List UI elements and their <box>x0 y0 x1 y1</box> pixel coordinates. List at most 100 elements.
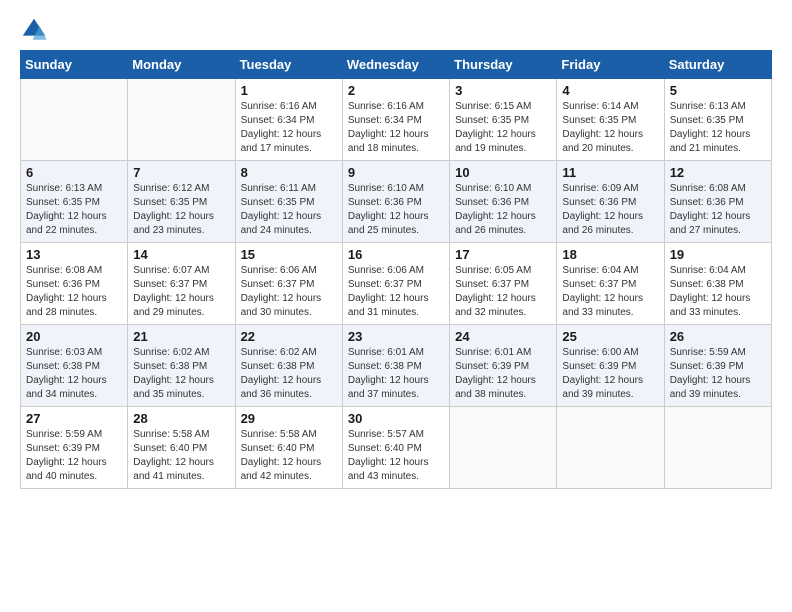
day-number: 9 <box>348 165 444 180</box>
day-number: 23 <box>348 329 444 344</box>
day-info: Sunrise: 6:13 AM Sunset: 6:35 PM Dayligh… <box>670 100 766 156</box>
calendar-cell: 23 Sunrise: 6:01 AM Sunset: 6:38 PM Dayli… <box>342 325 449 407</box>
day-number: 12 <box>670 165 766 180</box>
calendar-week-row: 13Sunrise: 6:08 AM Sunset: 6:36 PM Dayli… <box>21 243 772 325</box>
weekday-header-saturday: Saturday <box>664 51 771 79</box>
weekday-header-friday: Friday <box>557 51 664 79</box>
calendar-cell <box>557 407 664 489</box>
calendar-cell: 30Sunrise: 5:57 AM Sunset: 6:40 PM Dayli… <box>342 407 449 489</box>
day-info: Sunrise: 5:59 AM Sunset: 6:39 PM Dayligh… <box>670 346 766 402</box>
day-number: 17 <box>455 247 551 262</box>
day-info: Sunrise: 6:03 AM Sunset: 6:38 PM Dayligh… <box>26 346 122 402</box>
calendar-cell: 27Sunrise: 5:59 AM Sunset: 6:39 PM Dayli… <box>21 407 128 489</box>
calendar-cell: 4 Sunrise: 6:14 AM Sunset: 6:35 PM Daylig… <box>557 79 664 161</box>
day-number: 22 <box>241 329 337 344</box>
calendar-cell: 28 Sunrise: 5:58 AM Sunset: 6:40 PM Dayli… <box>128 407 235 489</box>
day-info: Sunrise: 5:57 AM Sunset: 6:40 PM Dayligh… <box>348 428 444 484</box>
day-info: Sunrise: 6:04 AM Sunset: 6:37 PM Dayligh… <box>562 264 658 320</box>
day-info: Sunrise: 5:58 AM Sunset: 6:40 PM Dayligh… <box>133 428 229 484</box>
weekday-header-thursday: Thursday <box>450 51 557 79</box>
calendar-cell: 18 Sunrise: 6:04 AM Sunset: 6:37 PM Dayli… <box>557 243 664 325</box>
day-info: Sunrise: 6:08 AM Sunset: 6:36 PM Dayligh… <box>670 182 766 238</box>
calendar-cell: 9 Sunrise: 6:10 AM Sunset: 6:36 PM Daylig… <box>342 161 449 243</box>
day-info: Sunrise: 5:59 AM Sunset: 6:39 PM Dayligh… <box>26 428 122 484</box>
day-number: 20 <box>26 329 122 344</box>
calendar-week-row: 1Sunrise: 6:16 AM Sunset: 6:34 PM Daylig… <box>21 79 772 161</box>
day-info: Sunrise: 5:58 AM Sunset: 6:40 PM Dayligh… <box>241 428 337 484</box>
day-info: Sunrise: 6:13 AM Sunset: 6:35 PM Dayligh… <box>26 182 122 238</box>
calendar-cell: 2 Sunrise: 6:16 AM Sunset: 6:34 PM Daylig… <box>342 79 449 161</box>
weekday-header-monday: Monday <box>128 51 235 79</box>
calendar-cell: 29Sunrise: 5:58 AM Sunset: 6:40 PM Dayli… <box>235 407 342 489</box>
calendar-cell <box>664 407 771 489</box>
day-info: Sunrise: 6:10 AM Sunset: 6:36 PM Dayligh… <box>455 182 551 238</box>
day-info: Sunrise: 6:09 AM Sunset: 6:36 PM Dayligh… <box>562 182 658 238</box>
calendar-cell <box>21 79 128 161</box>
day-number: 18 <box>562 247 658 262</box>
calendar-cell: 25 Sunrise: 6:00 AM Sunset: 6:39 PM Dayli… <box>557 325 664 407</box>
day-number: 10 <box>455 165 551 180</box>
calendar-cell: 22 Sunrise: 6:02 AM Sunset: 6:38 PM Dayli… <box>235 325 342 407</box>
calendar-cell: 7 Sunrise: 6:12 AM Sunset: 6:35 PM Daylig… <box>128 161 235 243</box>
day-info: Sunrise: 6:16 AM Sunset: 6:34 PM Dayligh… <box>241 100 337 156</box>
day-info: Sunrise: 6:10 AM Sunset: 6:36 PM Dayligh… <box>348 182 444 238</box>
logo <box>20 16 52 44</box>
day-number: 16 <box>348 247 444 262</box>
day-info: Sunrise: 6:02 AM Sunset: 6:38 PM Dayligh… <box>133 346 229 402</box>
day-info: Sunrise: 6:11 AM Sunset: 6:35 PM Dayligh… <box>241 182 337 238</box>
day-number: 2 <box>348 83 444 98</box>
day-info: Sunrise: 6:02 AM Sunset: 6:38 PM Dayligh… <box>241 346 337 402</box>
day-number: 28 <box>133 411 229 426</box>
day-number: 26 <box>670 329 766 344</box>
calendar-cell: 13Sunrise: 6:08 AM Sunset: 6:36 PM Dayli… <box>21 243 128 325</box>
day-number: 3 <box>455 83 551 98</box>
day-number: 11 <box>562 165 658 180</box>
day-number: 4 <box>562 83 658 98</box>
day-info: Sunrise: 6:06 AM Sunset: 6:37 PM Dayligh… <box>348 264 444 320</box>
weekday-header-tuesday: Tuesday <box>235 51 342 79</box>
day-number: 15 <box>241 247 337 262</box>
calendar-cell: 21 Sunrise: 6:02 AM Sunset: 6:38 PM Dayli… <box>128 325 235 407</box>
calendar-cell: 10 Sunrise: 6:10 AM Sunset: 6:36 PM Dayli… <box>450 161 557 243</box>
calendar-cell: 20 Sunrise: 6:03 AM Sunset: 6:38 PM Dayli… <box>21 325 128 407</box>
calendar-cell: 1Sunrise: 6:16 AM Sunset: 6:34 PM Daylig… <box>235 79 342 161</box>
calendar-cell: 14Sunrise: 6:07 AM Sunset: 6:37 PM Dayli… <box>128 243 235 325</box>
weekday-header-row: SundayMondayTuesdayWednesdayThursdayFrid… <box>21 51 772 79</box>
day-info: Sunrise: 6:01 AM Sunset: 6:39 PM Dayligh… <box>455 346 551 402</box>
day-number: 5 <box>670 83 766 98</box>
calendar-week-row: 6 Sunrise: 6:13 AM Sunset: 6:35 PM Daylig… <box>21 161 772 243</box>
day-info: Sunrise: 6:01 AM Sunset: 6:38 PM Dayligh… <box>348 346 444 402</box>
calendar-cell: 24 Sunrise: 6:01 AM Sunset: 6:39 PM Dayli… <box>450 325 557 407</box>
day-number: 21 <box>133 329 229 344</box>
calendar-cell: 17 Sunrise: 6:05 AM Sunset: 6:37 PM Dayli… <box>450 243 557 325</box>
day-info: Sunrise: 6:06 AM Sunset: 6:37 PM Dayligh… <box>241 264 337 320</box>
calendar-cell: 8 Sunrise: 6:11 AM Sunset: 6:35 PM Daylig… <box>235 161 342 243</box>
day-number: 19 <box>670 247 766 262</box>
calendar-cell: 16 Sunrise: 6:06 AM Sunset: 6:37 PM Dayli… <box>342 243 449 325</box>
calendar-cell: 12 Sunrise: 6:08 AM Sunset: 6:36 PM Dayli… <box>664 161 771 243</box>
calendar-cell: 26 Sunrise: 5:59 AM Sunset: 6:39 PM Dayli… <box>664 325 771 407</box>
calendar-cell: 3 Sunrise: 6:15 AM Sunset: 6:35 PM Daylig… <box>450 79 557 161</box>
day-number: 7 <box>133 165 229 180</box>
calendar-cell: 11 Sunrise: 6:09 AM Sunset: 6:36 PM Dayli… <box>557 161 664 243</box>
weekday-header-sunday: Sunday <box>21 51 128 79</box>
day-info: Sunrise: 6:12 AM Sunset: 6:35 PM Dayligh… <box>133 182 229 238</box>
header <box>20 16 772 44</box>
day-info: Sunrise: 6:15 AM Sunset: 6:35 PM Dayligh… <box>455 100 551 156</box>
calendar-week-row: 27Sunrise: 5:59 AM Sunset: 6:39 PM Dayli… <box>21 407 772 489</box>
calendar-cell <box>450 407 557 489</box>
weekday-header-wednesday: Wednesday <box>342 51 449 79</box>
day-info: Sunrise: 6:16 AM Sunset: 6:34 PM Dayligh… <box>348 100 444 156</box>
day-info: Sunrise: 6:05 AM Sunset: 6:37 PM Dayligh… <box>455 264 551 320</box>
day-number: 6 <box>26 165 122 180</box>
day-number: 25 <box>562 329 658 344</box>
day-number: 8 <box>241 165 337 180</box>
calendar-table: SundayMondayTuesdayWednesdayThursdayFrid… <box>20 50 772 489</box>
day-info: Sunrise: 6:14 AM Sunset: 6:35 PM Dayligh… <box>562 100 658 156</box>
calendar-cell: 19Sunrise: 6:04 AM Sunset: 6:38 PM Dayli… <box>664 243 771 325</box>
day-info: Sunrise: 6:08 AM Sunset: 6:36 PM Dayligh… <box>26 264 122 320</box>
calendar-cell: 6 Sunrise: 6:13 AM Sunset: 6:35 PM Daylig… <box>21 161 128 243</box>
day-info: Sunrise: 6:00 AM Sunset: 6:39 PM Dayligh… <box>562 346 658 402</box>
day-info: Sunrise: 6:07 AM Sunset: 6:37 PM Dayligh… <box>133 264 229 320</box>
day-number: 24 <box>455 329 551 344</box>
